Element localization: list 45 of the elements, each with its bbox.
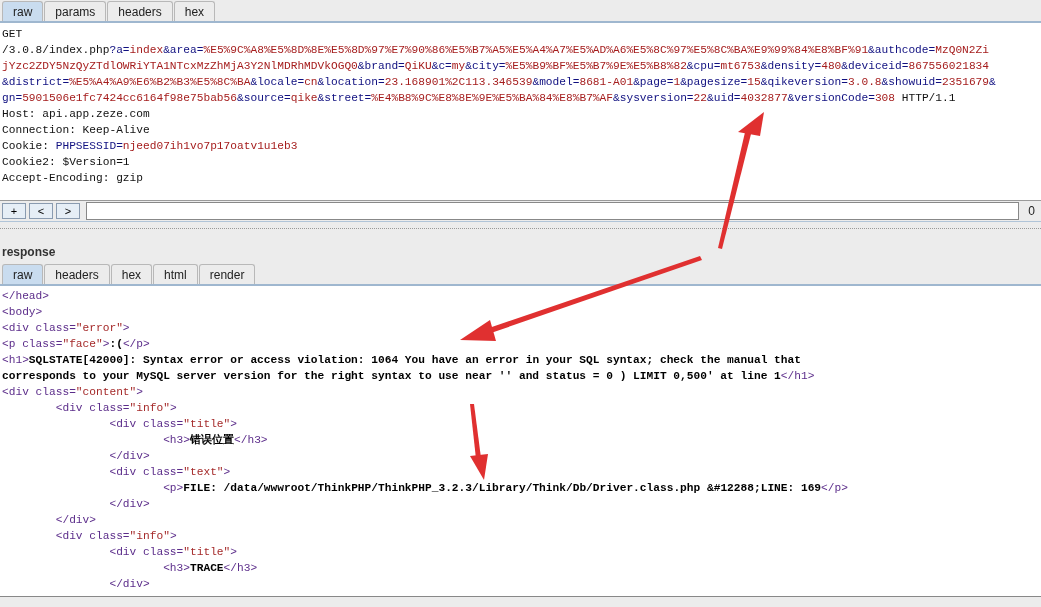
response-tab[interactable]: headers: [44, 264, 110, 284]
response-line: <div class="error">: [2, 321, 131, 336]
response-tab[interactable]: hex: [110, 264, 153, 284]
response-tab[interactable]: raw: [2, 264, 44, 284]
response-line: <h3>错误位置</h3>: [162, 433, 269, 448]
request-line: Accept-Encoding: gzip: [2, 171, 144, 186]
request-line: gn=5901506e1fc7424cc6164f98e75bab56&source=qike&street=%E4%B8%9C%E8%8E%9E%E5%BA%84%E8%B7%AF&sysversion=22&uid=4032877&versionCode=308 HTTP/1.1: [2, 91, 957, 106]
nav-button[interactable]: <: [29, 203, 53, 219]
request-tab[interactable]: raw: [2, 1, 44, 21]
response-line: </div>: [108, 449, 151, 464]
response-line: </div>: [54, 513, 97, 528]
nav-button[interactable]: >: [56, 203, 80, 219]
request-line: GET: [2, 27, 24, 42]
response-tab[interactable]: render: [198, 264, 256, 284]
response-line: <div class="title">: [108, 417, 238, 432]
request-line: Cookie: PHPSESSID=njeed07ih1vo7p17oatv1u1eb3: [2, 139, 299, 154]
nav-button[interactable]: +: [2, 203, 26, 219]
response-line: </head>: [2, 289, 50, 304]
splitter-bar[interactable]: [0, 221, 1041, 229]
response-line: <body>: [2, 305, 44, 320]
request-line: jYzc2ZDY5NzQyZTdlOWRiYTA1NTcxMzZhMjA3Y2NlMDRhMDVkOGQ0&brand=QiKU&c=my&city=%E5%B9%BF%E5%B7%9E%E5%B8%82&cpu=mt6753&density=480&deviceid=867556021834: [2, 59, 991, 74]
panel-title: response: [2, 245, 56, 259]
response-line: <div class="info">: [54, 529, 178, 544]
response-line: <h1>SQLSTATE[42000]: Syntax error or access violation: 1064 You have an error in your SQL syntax; check the manual that: [2, 353, 802, 368]
request-tab[interactable]: headers: [107, 1, 173, 21]
response-line: <div class="title">: [108, 545, 238, 560]
match-count: 0: [1027, 204, 1036, 218]
response-line: <div class="text">: [108, 465, 232, 480]
request-line: Host: api.app.zeze.com: [2, 107, 151, 122]
search-field[interactable]: [86, 202, 1020, 220]
request-line: /3.0.8/index.php?a=index&area=%E5%9C%A8%E5%8D%8E%E5%8D%97%E7%90%86%E5%B7%A5%E5%A4%A7%E5%AD%A6%E5%8C%97%E5%8C%BA%E9%99%84%E8%BF%91&authcode=MzQ0N2Zi: [2, 43, 990, 58]
response-line: <div class="info">: [54, 401, 178, 416]
response-line: corresponds to your MySQL server version for the right syntax to use near '' and status = 0 ) LIMIT 0,500' at line 1</h1>: [2, 369, 816, 384]
request-line: &district=%E5%A4%A9%E6%B2%B3%E5%8C%BA&locale=cn&location=23.168901%2C113.346539&model=8681-A01&page=1&pagesize=15&qikeversion=3.0.8&showuid=2351679&: [2, 75, 997, 90]
response-line: <h3>TRACE</h3>: [162, 561, 259, 576]
request-tab[interactable]: params: [44, 1, 107, 21]
response-line: <p>FILE: /data/wwwroot/ThinkPHP/ThinkPHP_3.2.3/Library/Think/Db/Driver.class.php &#12288;LINE: 169</p>: [162, 481, 849, 496]
response-line: <p class="face">:(</p>: [2, 337, 151, 352]
response-line: </div>: [108, 497, 151, 512]
response-tab[interactable]: html: [153, 264, 198, 284]
request-line: Connection: Keep-Alive: [2, 123, 151, 138]
request-tab[interactable]: hex: [173, 1, 216, 21]
response-line: </div>: [108, 577, 151, 592]
response-line: <div class="content">: [2, 385, 144, 400]
request-line: Cookie2: $Version=1: [2, 155, 131, 170]
